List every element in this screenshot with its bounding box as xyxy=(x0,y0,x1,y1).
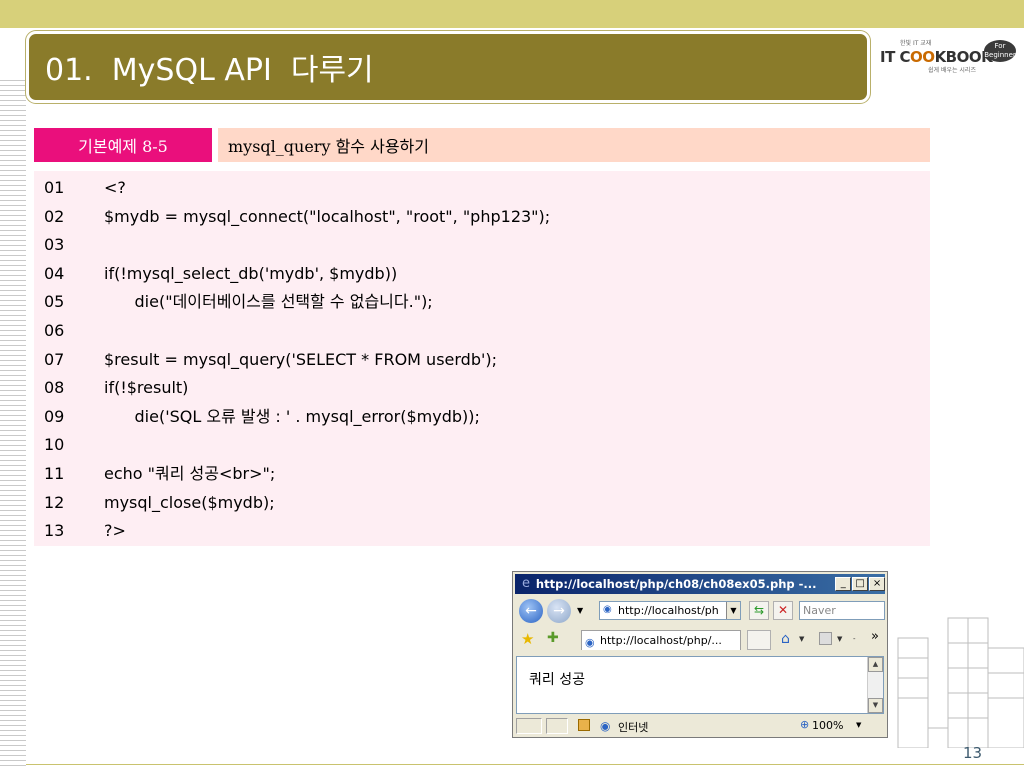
line-code: $mydb = mysql_connect("localhost", "root… xyxy=(104,206,551,226)
status-zone: 인터넷 xyxy=(618,721,649,734)
line-number: 04 xyxy=(44,263,65,283)
scroll-down-icon[interactable]: ▼ xyxy=(868,698,883,713)
line-code: echo "쿼리 성공<br>"; xyxy=(104,463,276,483)
code-line: 11 echo "쿼리 성공<br>"; xyxy=(34,460,930,489)
address-bar[interactable]: ◉ http://localhost/ph ▼ xyxy=(599,601,741,620)
browser-tabbar: ★ ✚ ◉ http://localhost/php/... ⌂ ▼ ▼ - » xyxy=(515,628,885,652)
line-number: 02 xyxy=(44,206,65,226)
building-illustration xyxy=(897,617,1024,748)
code-line: 04 if(!mysql_select_db('mydb', $mydb)) xyxy=(34,260,930,289)
refresh-button[interactable]: ⇆ xyxy=(749,601,769,620)
line-number: 11 xyxy=(44,463,65,483)
scroll-up-icon[interactable]: ▲ xyxy=(868,657,883,672)
line-code: <? xyxy=(104,178,126,197)
status-bar: ◉ 인터넷 ⊕ 100% ▼ xyxy=(516,717,884,736)
browser-window: e http://localhost/php/ch08/ch08ex05.php… xyxy=(512,571,888,738)
home-dropdown-icon[interactable]: ▼ xyxy=(799,635,804,643)
code-line: 06 xyxy=(34,317,930,346)
feed-dropdown-icon[interactable]: ▼ xyxy=(837,635,842,643)
print-dropdown-icon[interactable]: - xyxy=(853,635,856,643)
code-line: 03 xyxy=(34,231,930,260)
line-code: mysql_close($mydb); xyxy=(104,492,275,512)
line-number: 05 xyxy=(44,292,65,312)
logo-brand: IT COOKBOOK xyxy=(880,48,993,66)
toolbar-overflow-icon[interactable]: » xyxy=(871,629,879,644)
line-code: die("데이터베이스를 선택할 수 없습니다."); xyxy=(104,292,433,312)
code-line: 08 if(!$result) xyxy=(34,374,930,403)
logo-subtitle: 쉽게 배우는 시리즈 xyxy=(928,67,976,74)
code-line: 13 ?> xyxy=(34,517,930,546)
example-title: mysql_query 함수 사용하기 xyxy=(218,128,930,162)
logo-badge: For Beginner xyxy=(984,40,1016,62)
itcookbook-logo: 한빛 IT 교재 IT COOKBOOK 쉽게 배우는 시리즈 For Begi… xyxy=(880,38,1016,74)
slide-title-bar: 01. MySQL API 다루기 xyxy=(26,31,870,103)
code-line: 07 $result = mysql_query('SELECT * FROM u… xyxy=(34,346,930,375)
page-output: 쿼리 성공 xyxy=(529,672,585,688)
vertical-scrollbar[interactable]: ▲ ▼ xyxy=(867,657,883,713)
page-icon: ◉ xyxy=(603,604,612,615)
minimize-button[interactable]: _ xyxy=(835,577,852,591)
line-number: 13 xyxy=(44,521,65,541)
home-icon[interactable]: ⌂ xyxy=(781,631,790,647)
search-input[interactable]: Naver xyxy=(799,601,885,620)
forward-button[interactable]: → xyxy=(547,599,571,623)
favorites-star-icon[interactable]: ★ xyxy=(521,630,534,648)
logo-tagline: 한빛 IT 교재 xyxy=(900,40,932,47)
line-code: $result = mysql_query('SELECT * FROM use… xyxy=(104,349,498,369)
top-band xyxy=(0,0,1024,28)
bottom-divider xyxy=(26,764,1024,765)
line-number: 08 xyxy=(44,378,65,398)
close-button[interactable]: × xyxy=(869,577,885,591)
line-number: 07 xyxy=(44,349,65,369)
slide-title: 01. MySQL API 다루기 xyxy=(45,53,374,88)
globe-icon: ◉ xyxy=(600,719,611,733)
line-code: die('SQL 오류 발생 : ' . mysql_error($mydb))… xyxy=(104,406,480,426)
tab-page-icon: ◉ xyxy=(585,636,595,649)
status-cell xyxy=(516,718,542,734)
line-number: 03 xyxy=(44,235,65,255)
stop-button[interactable]: ✕ xyxy=(773,601,793,620)
tab-title: http://localhost/php/... xyxy=(600,634,722,647)
code-line: 02 $mydb = mysql_connect("localhost", "ro… xyxy=(34,203,930,232)
back-button[interactable]: ← xyxy=(519,599,543,623)
ie-logo-icon: e xyxy=(521,576,530,591)
code-line: 05 die("데이터베이스를 선택할 수 없습니다."); xyxy=(34,288,930,317)
line-number: 06 xyxy=(44,320,65,340)
page-number: 13 xyxy=(963,744,983,762)
example-label: 기본예제 8-5 xyxy=(34,128,212,162)
browser-content: 쿼리 성공 ▲ ▼ xyxy=(516,656,884,714)
line-number: 12 xyxy=(44,492,65,512)
new-tab-button[interactable] xyxy=(747,630,771,650)
address-dropdown-icon[interactable]: ▼ xyxy=(726,602,740,619)
code-listing: 01 <? 02 $mydb = mysql_connect("localhost",… xyxy=(34,171,930,546)
line-number: 01 xyxy=(44,178,65,197)
zoom-level[interactable]: 100% xyxy=(812,719,843,732)
security-lock-icon xyxy=(578,719,590,731)
maximize-button[interactable]: □ xyxy=(852,577,869,591)
code-line: 01 <? xyxy=(34,174,930,203)
code-line: 10 xyxy=(34,431,930,460)
browser-title: http://localhost/php/ch08/ch08ex05.php -… xyxy=(535,577,817,591)
history-dropdown-icon[interactable]: ▼ xyxy=(577,606,583,615)
zoom-icon[interactable]: ⊕ xyxy=(800,718,809,731)
add-favorite-icon[interactable]: ✚ xyxy=(547,630,559,646)
line-number: 09 xyxy=(44,406,65,426)
line-code: if(!$result) xyxy=(104,378,189,398)
code-line: 09 die('SQL 오류 발생 : ' . mysql_error($myd… xyxy=(34,403,930,432)
line-number: 10 xyxy=(44,435,65,455)
address-text: http://localhost/ph xyxy=(618,604,719,617)
browser-navbar: ← → ▼ ◉ http://localhost/ph ▼ ⇆ ✕ Naver xyxy=(515,598,885,624)
left-stripe-decoration xyxy=(0,80,26,768)
line-code: if(!mysql_select_db('mydb', $mydb)) xyxy=(104,263,398,283)
zoom-dropdown-icon[interactable]: ▼ xyxy=(856,721,861,729)
browser-tab[interactable]: ◉ http://localhost/php/... xyxy=(581,630,741,650)
feed-icon[interactable] xyxy=(819,632,832,645)
browser-titlebar: e http://localhost/php/ch08/ch08ex05.php… xyxy=(515,574,885,594)
code-line: 12 mysql_close($mydb); xyxy=(34,489,930,518)
status-cell xyxy=(546,718,568,734)
line-code: ?> xyxy=(104,521,126,541)
